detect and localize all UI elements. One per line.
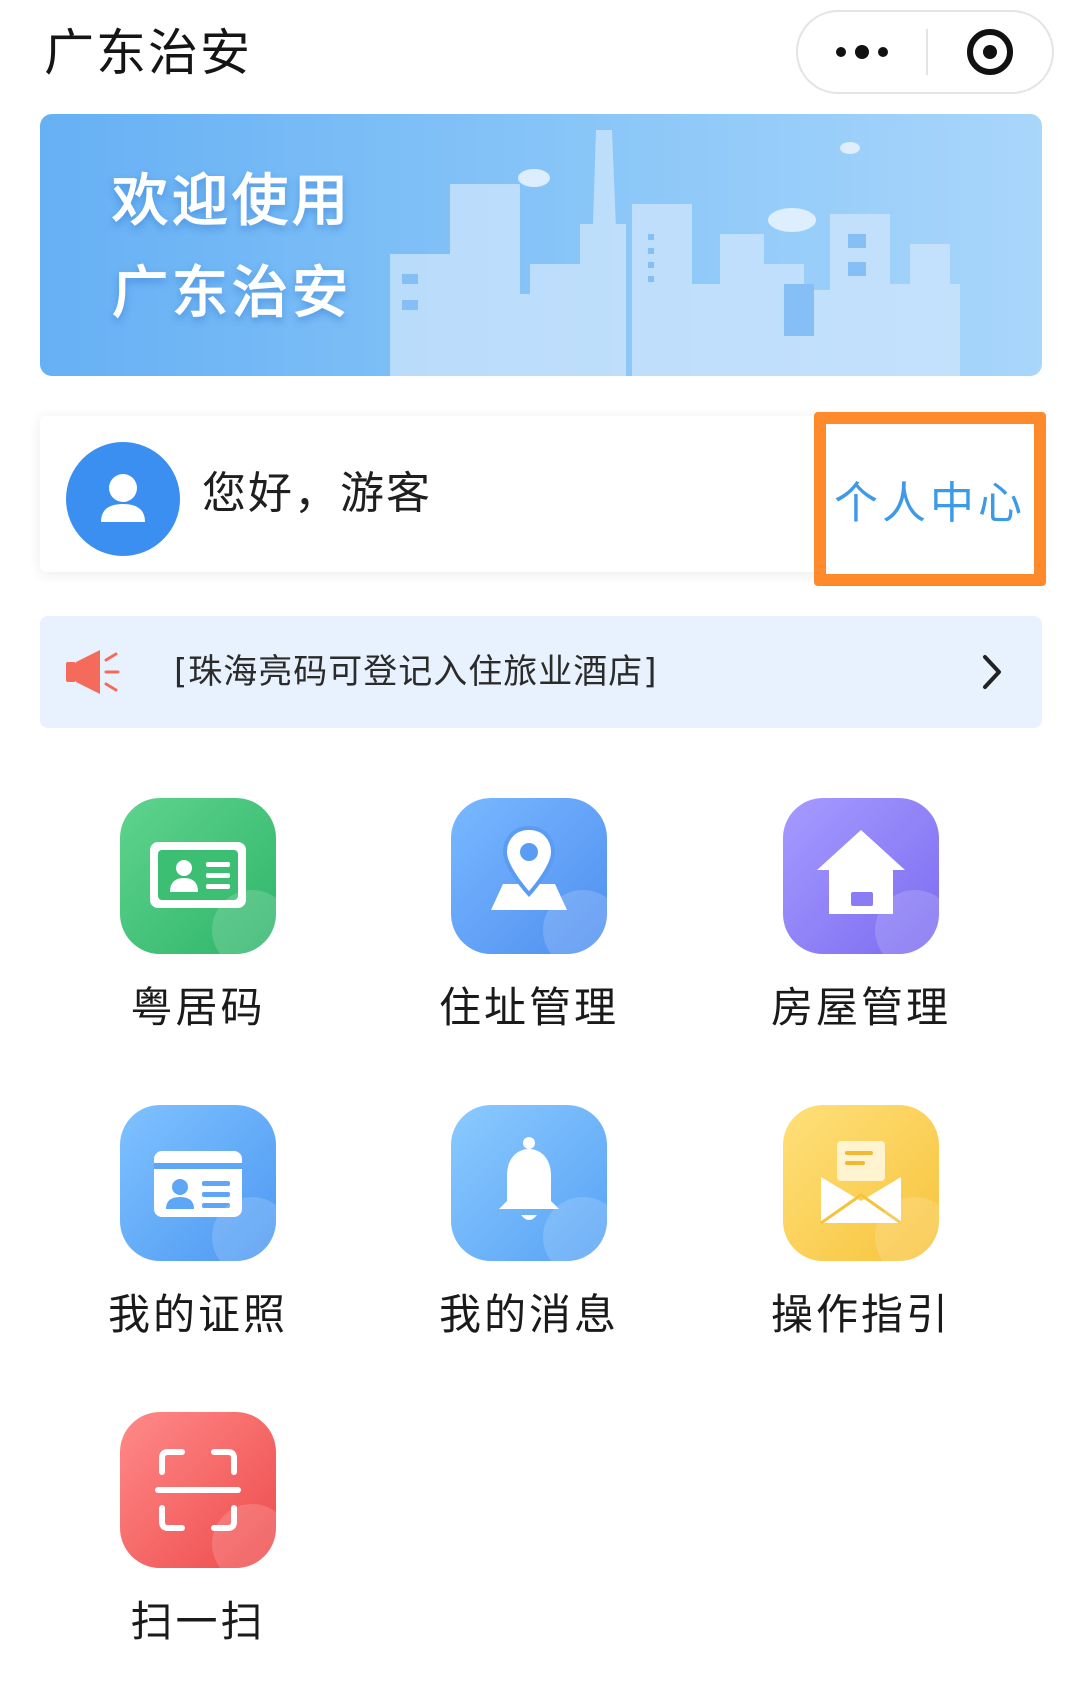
user-greeting-card: 您好，游客 个人中心	[40, 412, 1046, 586]
greeting-text: 您好，游客	[202, 468, 432, 519]
service-label: 房屋管理	[770, 983, 951, 1032]
service-label: 住址管理	[438, 983, 619, 1032]
house-icon	[783, 798, 939, 954]
service-label: 扫一扫	[130, 1597, 266, 1646]
more-dots-icon[interactable]	[798, 12, 926, 92]
app-title: 广东治安	[44, 24, 252, 82]
service-label: 我的证照	[107, 1290, 288, 1339]
personal-center-button[interactable]: 个人中心	[814, 412, 1046, 586]
avatar[interactable]	[66, 442, 180, 556]
service-operation-guide[interactable]: 操作指引	[756, 1105, 966, 1343]
id-card-icon	[120, 798, 276, 954]
service-scan[interactable]: 扫一扫	[93, 1412, 303, 1650]
app-page: 广东治安 欢迎使用 广东治安 您好，游客 个人中心 [珠海亮码可登记入住旅业酒店…	[0, 0, 1080, 1692]
bell-icon	[451, 1105, 607, 1261]
service-label: 粤居码	[130, 983, 266, 1032]
notice-text: [珠海亮码可登记入住旅业酒店]	[174, 652, 658, 692]
service-house-management[interactable]: 房屋管理	[756, 798, 966, 1036]
service-my-licenses[interactable]: 我的证照	[93, 1105, 303, 1343]
notice-bar[interactable]: [珠海亮码可登记入住旅业酒店]	[40, 616, 1042, 728]
service-label: 我的消息	[438, 1290, 619, 1339]
welcome-banner: 欢迎使用 广东治安	[40, 114, 1042, 376]
location-map-icon	[451, 798, 607, 954]
city-skyline-illustration	[390, 130, 960, 376]
service-yue-ju-ma[interactable]: 粤居码	[93, 798, 303, 1036]
megaphone-icon	[66, 650, 120, 694]
envelope-icon	[783, 1105, 939, 1261]
chevron-right-icon	[983, 655, 1001, 689]
banner-app-name-line: 广东治安	[112, 261, 352, 326]
mini-program-capsule	[796, 10, 1054, 94]
target-circle-icon[interactable]	[928, 12, 1052, 92]
service-label: 操作指引	[770, 1290, 951, 1339]
user-icon	[101, 474, 145, 522]
banner-welcome-line: 欢迎使用	[112, 169, 352, 234]
top-nav-bar: 广东治安	[0, 0, 1080, 106]
license-card-icon	[120, 1105, 276, 1261]
service-address-management[interactable]: 住址管理	[424, 798, 634, 1036]
scan-icon	[120, 1412, 276, 1568]
service-my-messages[interactable]: 我的消息	[424, 1105, 634, 1343]
